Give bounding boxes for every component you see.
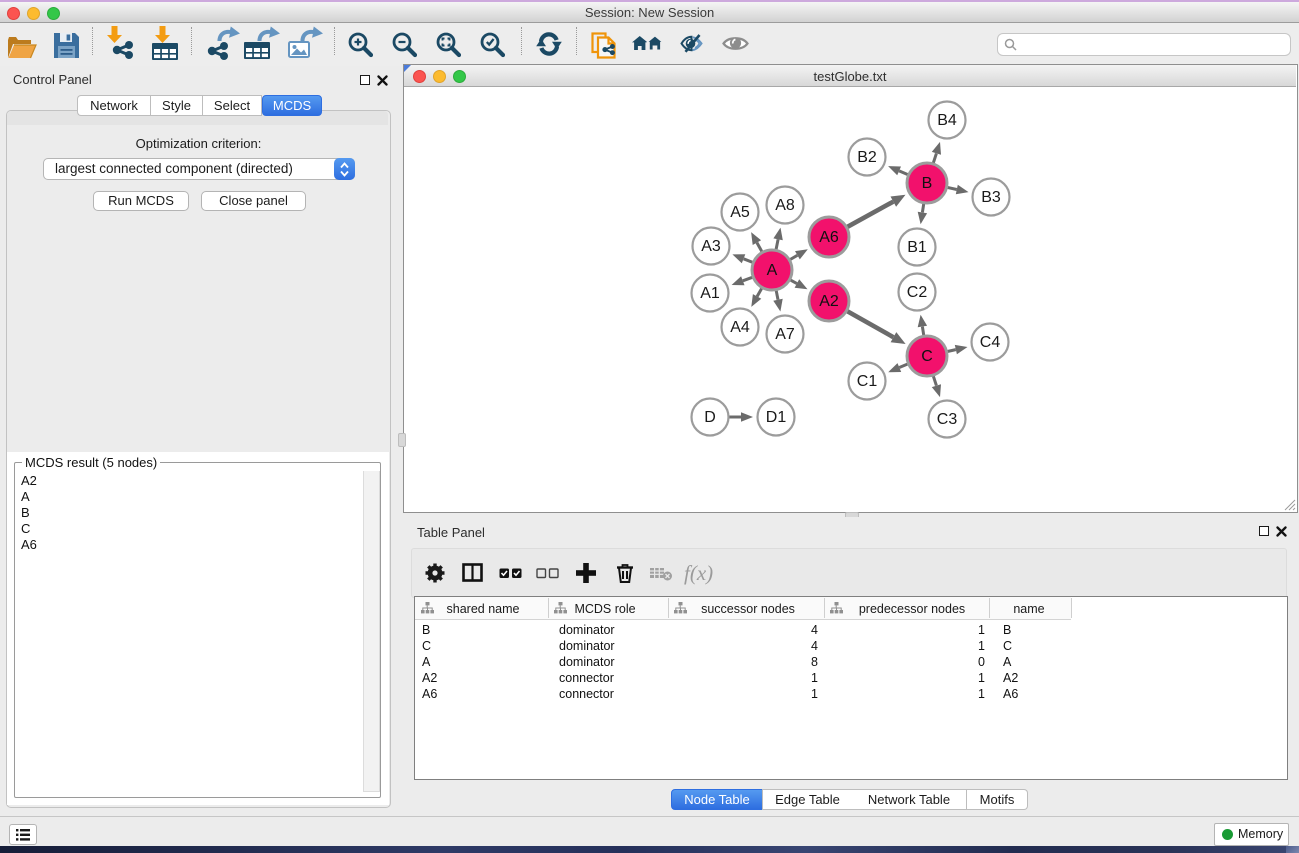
svg-text:A2: A2 xyxy=(819,293,839,310)
svg-text:C: C xyxy=(921,348,933,365)
svg-text:B1: B1 xyxy=(907,239,927,256)
svg-text:A3: A3 xyxy=(701,238,721,255)
svg-text:A7: A7 xyxy=(775,326,795,343)
svg-text:D1: D1 xyxy=(766,409,787,426)
svg-text:B4: B4 xyxy=(937,112,957,129)
svg-text:A1: A1 xyxy=(700,285,720,302)
svg-text:C3: C3 xyxy=(937,411,958,428)
svg-text:A: A xyxy=(767,262,778,279)
svg-text:A8: A8 xyxy=(775,197,795,214)
svg-text:A5: A5 xyxy=(730,204,750,221)
svg-text:C2: C2 xyxy=(907,284,928,301)
svg-text:A6: A6 xyxy=(819,229,839,246)
svg-text:D: D xyxy=(704,409,716,426)
svg-text:B: B xyxy=(922,175,933,192)
svg-text:A4: A4 xyxy=(730,319,750,336)
svg-text:B2: B2 xyxy=(857,149,877,166)
svg-text:C4: C4 xyxy=(980,334,1001,351)
svg-text:B3: B3 xyxy=(981,189,1001,206)
svg-text:C1: C1 xyxy=(857,373,878,390)
